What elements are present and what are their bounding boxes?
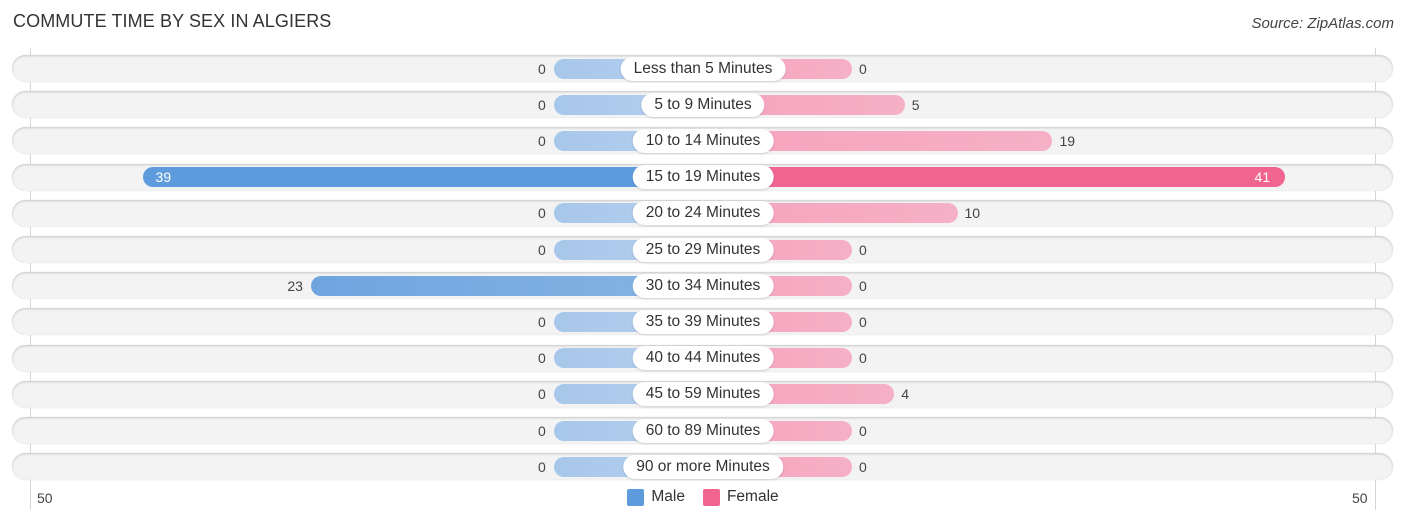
category-label: 10 to 14 Minutes [632, 128, 774, 153]
category-label: 40 to 44 Minutes [632, 346, 774, 371]
value-label-male: 0 [538, 241, 546, 258]
category-label: 30 to 34 Minutes [632, 273, 774, 298]
source-label: Source: ZipAtlas.com [1251, 15, 1394, 32]
legend-label-female: Female [726, 488, 779, 505]
value-label-female: 0 [859, 350, 867, 367]
category-label: 20 to 24 Minutes [632, 201, 774, 226]
value-label-female: 5 [911, 96, 920, 113]
value-label-female: 0 [859, 241, 867, 258]
category-label: 90 or more Minutes [623, 454, 783, 479]
category-label: Less than 5 Minutes [620, 56, 786, 81]
value-label-female: 4 [901, 386, 909, 403]
value-label-female: 0 [859, 458, 867, 475]
value-label-male: 0 [538, 386, 546, 403]
value-label-female: 10 [964, 205, 981, 222]
value-label-male: 0 [538, 350, 546, 367]
value-label-male: 0 [538, 313, 546, 330]
legend-swatch-female [702, 488, 720, 506]
category-label: 45 to 59 Minutes [632, 382, 774, 407]
category-label: 25 to 29 Minutes [632, 237, 774, 262]
value-label-male: 0 [538, 422, 546, 439]
value-label-male: 0 [538, 205, 546, 222]
value-label-male: 0 [538, 458, 546, 475]
category-label: 60 to 89 Minutes [632, 418, 774, 443]
bar-male[interactable] [142, 167, 703, 188]
value-label-male: 0 [538, 60, 546, 77]
value-label-male: 0 [538, 96, 546, 113]
bar-female[interactable] [703, 167, 1285, 188]
value-label-female: 0 [859, 60, 867, 77]
value-label-female: 41 [1254, 169, 1271, 186]
value-label-female: 0 [859, 422, 867, 439]
category-label: 15 to 19 Minutes [632, 165, 774, 190]
value-label-female: 19 [1059, 132, 1076, 149]
legend: Male Female [0, 488, 1406, 506]
value-label-male: 39 [155, 169, 172, 186]
value-label-male: 23 [287, 277, 303, 294]
chart-title: COMMUTE TIME BY SEX IN ALGIERS [13, 11, 332, 31]
value-label-female: 0 [859, 277, 867, 294]
value-label-male: 0 [538, 132, 546, 149]
legend-item-female[interactable]: Female [702, 488, 779, 506]
category-label: 5 to 9 Minutes [641, 92, 765, 117]
legend-label-male: Male [651, 488, 685, 505]
value-label-female: 0 [859, 313, 867, 330]
category-label: 35 to 39 Minutes [632, 309, 774, 334]
legend-swatch-male [627, 488, 645, 506]
legend-item-male[interactable]: Male [627, 488, 685, 506]
